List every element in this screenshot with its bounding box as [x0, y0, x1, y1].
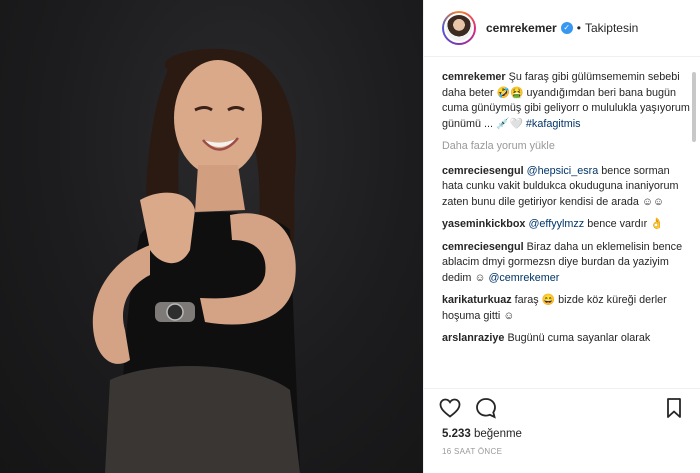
like-count-number: 5.233	[442, 428, 471, 440]
comment-mention[interactable]: @cemrekemer	[488, 272, 559, 284]
comment-item: arslanraziye Bugünü cuma sayanlar olarak	[442, 331, 690, 347]
header-username[interactable]: cemrekemer	[486, 21, 557, 35]
comment-text: bence vardır 👌	[587, 218, 664, 230]
caption-hashtag[interactable]: #kafagitmis	[526, 118, 581, 130]
comment-text: Bugünü cuma sayanlar olarak	[507, 332, 651, 344]
comment-mention[interactable]: @hepsici_esra	[527, 165, 599, 177]
follow-status-button[interactable]: Takiptesin	[585, 21, 638, 35]
bookmark-icon[interactable]	[662, 396, 686, 420]
post-side-panel: cemrekemer ✓ • Takiptesin cemrekemer Şu …	[423, 0, 700, 473]
comment-item: yaseminkickbox @effyylmzz bence vardır 👌	[442, 217, 690, 233]
comment-username[interactable]: cemreciesengul	[442, 241, 524, 253]
post-photo-illustration	[92, 48, 300, 473]
comment-username[interactable]: yaseminkickbox	[442, 218, 525, 230]
comment-username[interactable]: cemreciesengul	[442, 165, 524, 177]
comment-username[interactable]: arslanraziye	[442, 332, 504, 344]
comment-icon[interactable]	[474, 396, 498, 420]
caption-emoji-1: 🤣🤮	[496, 86, 524, 99]
post-header: cemrekemer ✓ • Takiptesin	[424, 0, 700, 57]
caption: cemrekemer Şu faraş gibi gülümsememin se…	[442, 70, 690, 132]
comment-item: cemreciesengul @hepsici_esra bence sorma…	[442, 164, 690, 211]
comments-list[interactable]: cemrekemer Şu faraş gibi gülümsememin se…	[442, 70, 690, 388]
verified-badge-icon: ✓	[560, 22, 573, 34]
post-timestamp: 16 SAAT ÖNCE	[442, 447, 503, 456]
comments-scrollbar[interactable]	[692, 72, 696, 142]
post-photo[interactable]	[0, 0, 423, 473]
comment-mention[interactable]: @effyylmzz	[528, 218, 584, 230]
header-separator: •	[576, 21, 581, 35]
load-more-comments-link[interactable]: Daha fazla yorum yükle	[442, 139, 690, 155]
comment-username[interactable]: karikaturkuaz	[442, 294, 512, 306]
profile-avatar[interactable]	[442, 11, 476, 45]
comment-item: karikaturkuaz faraş 😄 bizde köz küreği d…	[442, 293, 690, 324]
caption-emoji-2: 💉🤍	[496, 117, 523, 130]
like-count[interactable]: 5.233 beğenme	[442, 428, 522, 440]
post-actions	[424, 388, 700, 426]
heart-icon[interactable]	[438, 396, 462, 420]
like-count-label: beğenme	[473, 428, 522, 440]
comment-item: cemreciesengul Biraz daha un eklemelisin…	[442, 240, 690, 287]
caption-username[interactable]: cemrekemer	[442, 71, 506, 83]
